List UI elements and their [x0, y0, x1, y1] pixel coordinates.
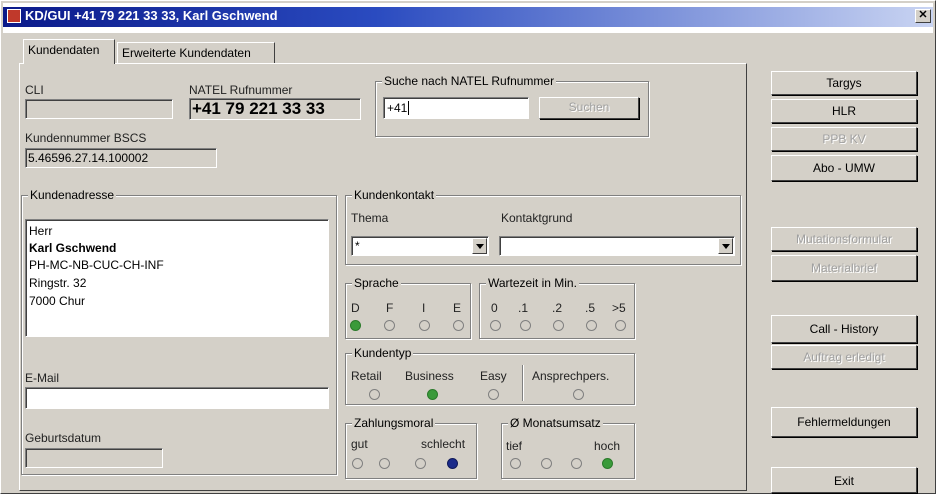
- chevron-down-icon[interactable]: [718, 238, 733, 254]
- zahlungsmoral-radio-3[interactable]: [415, 458, 426, 469]
- app-icon: [7, 9, 21, 23]
- wartezeit-radio-1[interactable]: [520, 320, 531, 331]
- wartezeit-option-label: 0: [491, 301, 498, 315]
- zahlungsmoral-group-title: Zahlungsmoral: [352, 416, 436, 430]
- tab-erweiterte-kundendaten[interactable]: Erweiterte Kundendaten: [117, 42, 275, 64]
- sprache-option-label: I: [422, 301, 426, 315]
- search-prefix: +41: [387, 101, 410, 115]
- zahlungsmoral-radio-2[interactable]: [379, 458, 390, 469]
- kundentyp-option-label: Business: [405, 369, 454, 383]
- wartezeit-option-label: .1: [518, 301, 529, 315]
- natel-label: NATEL Rufnummer: [189, 83, 293, 97]
- hlr-button[interactable]: HLR: [771, 99, 917, 123]
- address-line: PH-MC-NB-CUC-CH-INF: [29, 258, 164, 272]
- title-bar: KD/GUI +41 79 221 33 33, Karl Gschwend ✕: [3, 3, 933, 33]
- zahlungsmoral-radio-1[interactable]: [352, 458, 363, 469]
- zahlungsmoral-low-label: gut: [351, 437, 368, 451]
- wartezeit-radio-0[interactable]: [490, 320, 501, 331]
- monatsumsatz-high-label: hoch: [594, 439, 621, 453]
- cli-field: [25, 99, 173, 119]
- thema-label: Thema: [351, 211, 389, 225]
- wartezeit-option-label: .2: [552, 301, 563, 315]
- bscs-label: Kundennummer BSCS: [25, 131, 147, 145]
- fehlermeldungen-button[interactable]: Fehlermeldungen: [771, 407, 917, 437]
- wartezeit-radio-gt5[interactable]: [615, 320, 626, 331]
- address-box: Herr Karl Gschwend PH-MC-NB-CUC-CH-INF R…: [25, 219, 329, 337]
- natel-value: +41 79 221 33 33: [192, 99, 325, 118]
- wartezeit-group-title: Wartezeit in Min.: [486, 276, 579, 290]
- birthdate-label: Geburtsdatum: [25, 431, 102, 445]
- tab-kundendaten[interactable]: Kundendaten: [23, 39, 115, 64]
- ppb-kv-button[interactable]: PPB KV: [771, 127, 917, 151]
- sprache-radio-f[interactable]: [384, 320, 395, 331]
- address-line: Ringstr. 32: [29, 276, 87, 290]
- wartezeit-radio-5[interactable]: [586, 320, 597, 331]
- sprache-option-label: E: [453, 301, 462, 315]
- address-line: Herr: [29, 224, 53, 238]
- monatsumsatz-radio-4[interactable]: [602, 458, 613, 469]
- search-input[interactable]: +41: [383, 97, 529, 119]
- search-group-title: Suche nach NATEL Rufnummer: [382, 74, 557, 88]
- sprache-radio-i[interactable]: [419, 320, 430, 331]
- monatsumsatz-low-label: tief: [506, 439, 523, 453]
- bscs-value: 5.46596.27.14.100002: [28, 151, 149, 165]
- chevron-down-icon[interactable]: [472, 238, 487, 254]
- main-window: KD/GUI +41 79 221 33 33, Karl Gschwend ✕…: [0, 0, 936, 494]
- natel-field: +41 79 221 33 33: [189, 98, 361, 120]
- zahlungsmoral-group: Zahlungsmoral: [345, 416, 477, 479]
- address-line: Karl Gschwend: [29, 241, 117, 255]
- kundentyp-radio-easy[interactable]: [488, 389, 499, 400]
- kontaktgrund-label: Kontaktgrund: [501, 211, 573, 225]
- window-title: KD/GUI +41 79 221 33 33, Karl Gschwend: [25, 8, 278, 23]
- kundentyp-option-label: Easy: [480, 369, 507, 383]
- ansprechpers-radio[interactable]: [573, 389, 584, 400]
- ansprechpers-label: Ansprechpers.: [532, 369, 610, 383]
- wartezeit-option-label: .5: [585, 301, 596, 315]
- email-field[interactable]: [25, 387, 329, 409]
- bscs-field: 5.46596.27.14.100002: [25, 148, 217, 168]
- monatsumsatz-radio-1[interactable]: [510, 458, 521, 469]
- kundentyp-radio-business[interactable]: [427, 389, 438, 400]
- address-group-title: Kundenadresse: [28, 188, 117, 202]
- mutationsformular-button[interactable]: Mutationsformular: [771, 227, 917, 251]
- abo-umw-button[interactable]: Abo - UMW: [771, 155, 917, 181]
- kundentyp-option-label: Retail: [351, 369, 382, 383]
- birthdate-field: [25, 448, 163, 468]
- address-line: 7000 Chur: [29, 294, 86, 308]
- close-icon[interactable]: ✕: [915, 9, 931, 23]
- exit-button[interactable]: Exit: [771, 467, 917, 493]
- kundenkontakt-group-title: Kundenkontakt: [352, 188, 437, 202]
- kontaktgrund-select[interactable]: [499, 236, 735, 256]
- sprache-option-label: F: [386, 301, 394, 315]
- zahlungsmoral-high-label: schlecht: [421, 437, 466, 451]
- targys-button[interactable]: Targys: [771, 71, 917, 95]
- sprache-radio-e[interactable]: [453, 320, 464, 331]
- cli-label: CLI: [25, 83, 44, 97]
- email-label: E-Mail: [25, 371, 60, 385]
- sprache-group-title: Sprache: [352, 276, 401, 290]
- wartezeit-option-label: >5: [612, 301, 626, 315]
- sprache-option-label: D: [351, 301, 360, 315]
- auftrag-erledigt-button[interactable]: Auftrag erledigt: [771, 345, 917, 369]
- call-history-button[interactable]: Call - History: [771, 315, 917, 343]
- sprache-radio-d[interactable]: [350, 320, 361, 331]
- search-button[interactable]: Suchen: [539, 97, 639, 119]
- kundentyp-separator: [522, 365, 524, 401]
- thema-select[interactable]: *: [351, 236, 489, 256]
- kundentyp-group-title: Kundentyp: [352, 346, 414, 360]
- materialbrief-button[interactable]: Materialbrief: [771, 255, 917, 281]
- monatsumsatz-group-title: Ø Monatsumsatz: [508, 416, 603, 430]
- monatsumsatz-radio-3[interactable]: [571, 458, 582, 469]
- zahlungsmoral-radio-4[interactable]: [447, 458, 458, 469]
- monatsumsatz-radio-2[interactable]: [541, 458, 552, 469]
- kundentyp-radio-retail[interactable]: [369, 389, 380, 400]
- wartezeit-radio-2[interactable]: [553, 320, 564, 331]
